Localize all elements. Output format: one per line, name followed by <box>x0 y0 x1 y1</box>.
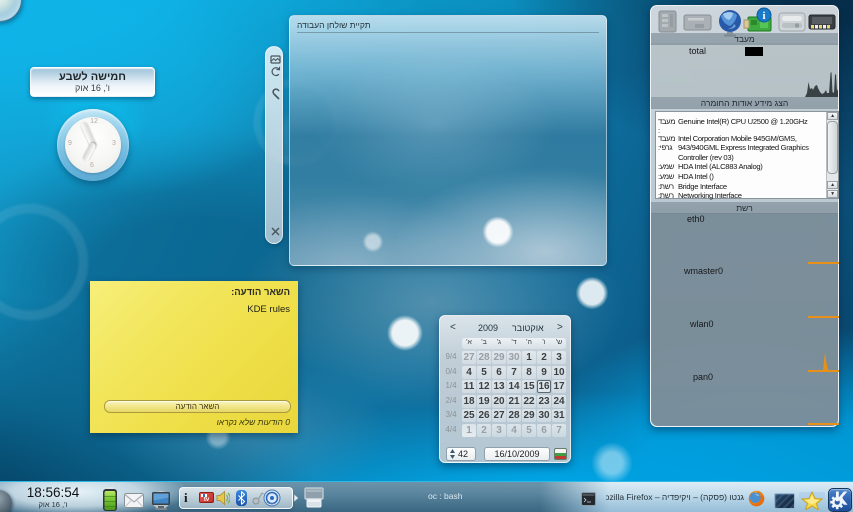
svg-text:i: i <box>762 10 765 22</box>
